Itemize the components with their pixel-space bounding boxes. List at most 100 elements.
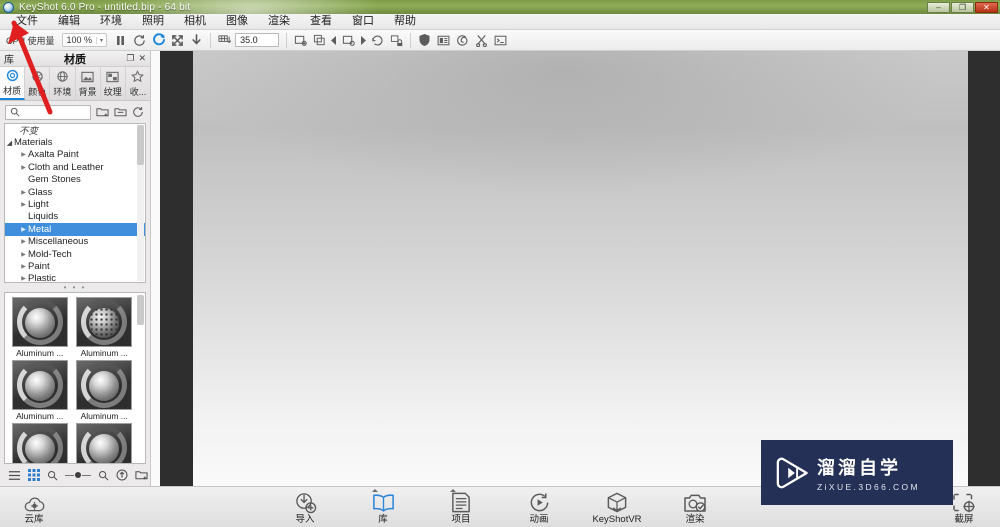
spiral-icon[interactable]: [454, 32, 471, 49]
material-thumbnail[interactable]: [76, 297, 133, 347]
import-folder-icon[interactable]: [95, 105, 109, 119]
material-thumbnail[interactable]: [11, 423, 68, 463]
keyshotvr-button[interactable]: KeyShotVR: [591, 488, 643, 526]
tree-item-plastic[interactable]: ▶ Plastic: [5, 273, 145, 282]
chevron-right-icon[interactable]: ▶: [19, 151, 28, 158]
material-thumbnail-grid[interactable]: Aluminum ... Aluminum ... Aluminum ... A…: [4, 292, 146, 464]
material-item[interactable]: Aluminum ...: [74, 360, 136, 421]
menu-view[interactable]: 查看: [300, 14, 342, 29]
drop-to-ground-icon[interactable]: [188, 32, 205, 49]
search-input[interactable]: [20, 107, 90, 117]
perspective-camera-icon[interactable]: [292, 32, 309, 49]
list-view-icon[interactable]: [8, 470, 21, 481]
ray-bounces-field[interactable]: 35.0: [235, 33, 280, 47]
material-item[interactable]: Aluminum ...: [74, 297, 136, 358]
tab-favorites[interactable]: 收...: [125, 67, 151, 100]
tree-item-metal[interactable]: ▶ Metal: [5, 223, 145, 236]
orbit-reset-icon[interactable]: [369, 32, 386, 49]
zoom-in-icon[interactable]: [98, 470, 109, 481]
close-icon[interactable]: ✕: [138, 53, 146, 64]
refresh-library-icon[interactable]: [131, 105, 145, 119]
ground-grid-icon[interactable]: [216, 32, 233, 49]
project-button[interactable]: 项目: [435, 488, 487, 526]
add-folder-icon[interactable]: [113, 105, 127, 119]
tree-item-paint[interactable]: ▶ Paint: [5, 260, 145, 272]
tab-textures[interactable]: 纹理: [100, 67, 126, 100]
material-item[interactable]: [9, 423, 71, 463]
material-category-tree[interactable]: 不变 ◢ Materials ▶ Axalta Paint ▶ Cloth an…: [4, 123, 146, 283]
menu-edit[interactable]: 编辑: [48, 14, 90, 29]
tree-item-gem-stones[interactable]: Gem Stones: [5, 174, 145, 186]
cloud-library-button[interactable]: 云库: [8, 488, 60, 526]
material-thumbnail[interactable]: [76, 360, 133, 410]
chevron-right-icon[interactable]: ▶: [19, 251, 28, 258]
chevron-down-icon[interactable]: ◢: [5, 139, 14, 147]
search-box[interactable]: [5, 104, 91, 120]
tree-item-mold-tech[interactable]: ▶ Mold-Tech: [5, 248, 145, 260]
tree-item-cloth-and-leather[interactable]: ▶ Cloth and Leather: [5, 161, 145, 173]
grid-view-icon[interactable]: [28, 469, 40, 481]
tree-item-miscellaneous[interactable]: ▶ Miscellaneous: [5, 236, 145, 248]
chevron-right-icon[interactable]: ▶: [19, 226, 28, 233]
material-item[interactable]: Aluminum ...: [9, 297, 71, 358]
menu-file[interactable]: 文件: [6, 14, 48, 29]
tab-backgrounds[interactable]: 背景: [75, 67, 101, 100]
menu-help[interactable]: 帮助: [384, 14, 426, 29]
tree-scrollbar-thumb[interactable]: [137, 125, 144, 165]
shield-icon[interactable]: [416, 32, 433, 49]
material-item[interactable]: Aluminum ...: [9, 360, 71, 421]
tree-item-liquids[interactable]: Liquids: [5, 211, 145, 223]
copy-camera-icon[interactable]: [311, 32, 328, 49]
tree-item-glass[interactable]: ▶ Glass: [5, 186, 145, 198]
add-to-library-icon[interactable]: [135, 469, 148, 481]
chevron-right-icon[interactable]: ▶: [19, 238, 28, 245]
lock-camera-icon[interactable]: [388, 32, 405, 49]
material-thumbnail[interactable]: [76, 423, 133, 463]
material-thumbnail[interactable]: [11, 297, 68, 347]
cpu-usage-dropdown[interactable]: 100 % ▾: [61, 33, 108, 47]
script-console-icon[interactable]: [492, 32, 509, 49]
pause-icon[interactable]: [112, 32, 129, 49]
refresh-icon[interactable]: [131, 32, 148, 49]
material-item[interactable]: [74, 423, 136, 463]
upload-icon[interactable]: [116, 469, 128, 481]
move-tool-icon[interactable]: [169, 32, 186, 49]
menu-lighting[interactable]: 照明: [132, 14, 174, 29]
tab-materials[interactable]: 材质: [0, 67, 26, 100]
animation-button[interactable]: 动画: [513, 488, 565, 526]
split-view-icon[interactable]: [435, 32, 452, 49]
menu-environment[interactable]: 环境: [90, 14, 132, 29]
viewport-stage[interactable]: [193, 51, 968, 486]
undock-icon[interactable]: ❐: [126, 53, 134, 64]
chevron-right-icon[interactable]: ▶: [19, 189, 28, 196]
chevron-right-icon[interactable]: ▶: [19, 164, 28, 171]
menu-window[interactable]: 窗口: [342, 14, 384, 29]
thumbnail-size-slider[interactable]: [65, 472, 91, 478]
chevron-right-icon[interactable]: ▶: [19, 201, 28, 208]
tree-item-axalta-paint[interactable]: ▶ Axalta Paint: [5, 149, 145, 161]
import-button[interactable]: 导入: [279, 488, 331, 526]
tree-item-materials[interactable]: ◢ Materials: [5, 136, 145, 148]
library-button[interactable]: 库: [357, 488, 409, 526]
scissors-icon[interactable]: [473, 32, 490, 49]
minimize-button[interactable]: –: [927, 1, 950, 13]
tree-item-light[interactable]: ▶ Light: [5, 198, 145, 210]
maximize-button[interactable]: ❐: [951, 1, 974, 13]
material-thumbnail[interactable]: [11, 360, 68, 410]
menu-render[interactable]: 渲染: [258, 14, 300, 29]
render-viewport[interactable]: [151, 51, 1000, 486]
zoom-out-icon[interactable]: [47, 470, 58, 481]
chevron-down-icon[interactable]: ▾: [96, 36, 106, 44]
panel-splitter[interactable]: • • •: [0, 283, 150, 292]
render-button[interactable]: 渲染: [669, 488, 721, 526]
chevron-right-icon[interactable]: ▶: [19, 263, 28, 270]
camera-next-icon[interactable]: [359, 32, 367, 49]
tab-colors[interactable]: 颜色: [25, 67, 51, 100]
close-button[interactable]: ✕: [975, 1, 998, 13]
grid-scrollbar-thumb[interactable]: [137, 295, 144, 325]
camera-prev-icon[interactable]: [330, 32, 338, 49]
realtime-render-icon[interactable]: [150, 32, 167, 49]
menu-image[interactable]: 图像: [216, 14, 258, 29]
chevron-right-icon[interactable]: ▶: [19, 275, 28, 282]
menu-camera[interactable]: 相机: [174, 14, 216, 29]
